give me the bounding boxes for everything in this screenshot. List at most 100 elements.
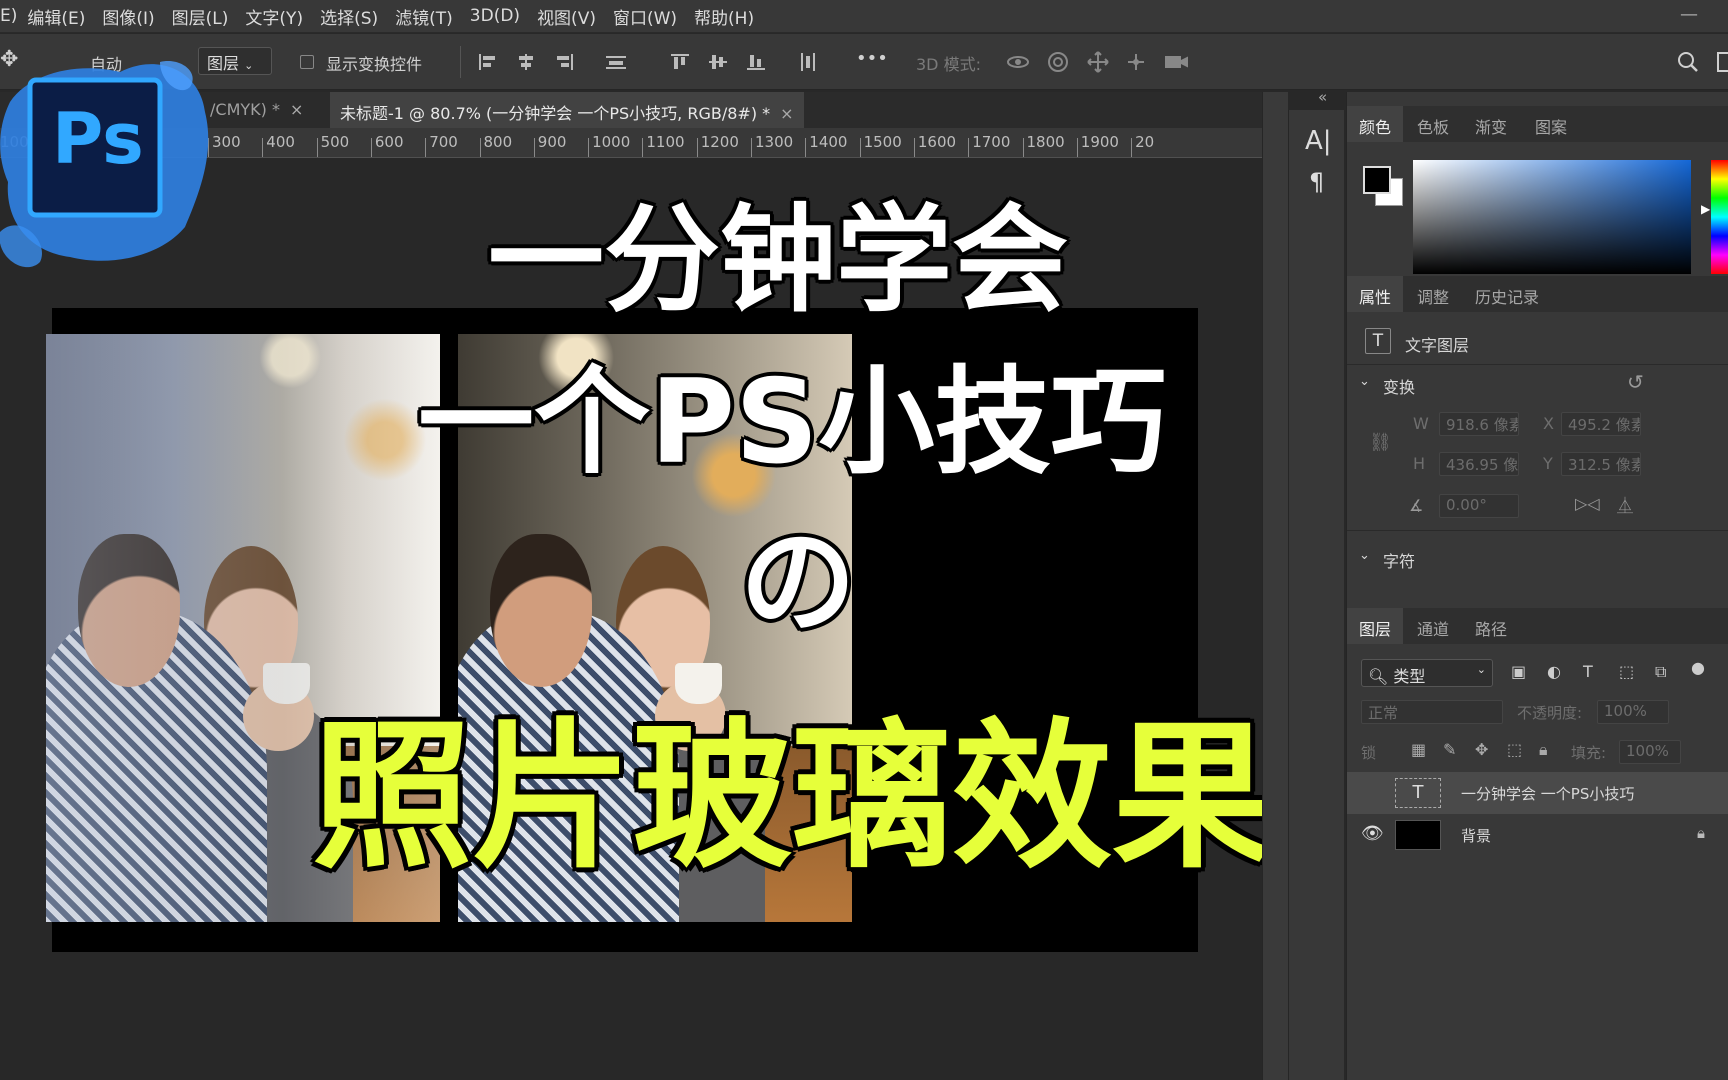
right-panel: 颜色 色板 渐变 图案 ▶ 属性 调整 历史记录 T 文字图层 ⌄ 变换 ↺ ⛓… (1346, 92, 1728, 1080)
x-field[interactable]: 495.2 像素 (1561, 412, 1641, 436)
angle-field[interactable]: 0.00° (1439, 494, 1519, 518)
photo-cup (674, 663, 722, 705)
fill-field[interactable]: 100% (1619, 740, 1681, 764)
3d-pan-icon[interactable] (1086, 51, 1110, 73)
tab-swatches[interactable]: 色板 (1405, 106, 1461, 142)
minimize-icon[interactable]: — (1680, 4, 1698, 25)
distribute-icon[interactable] (604, 51, 628, 73)
lock-image-icon[interactable]: ✎ (1443, 740, 1456, 759)
3d-camera-icon[interactable] (1164, 51, 1188, 73)
tab-channels[interactable]: 通道 (1405, 608, 1461, 644)
show-transform-checkbox[interactable] (300, 55, 314, 69)
menu-select[interactable]: 选择(S) (320, 4, 378, 29)
menu-type[interactable]: 文字(Y) (245, 4, 303, 29)
flip-horizontal-icon[interactable]: ▷◁ (1575, 494, 1600, 513)
paragraph-panel-icon[interactable]: ¶ (1309, 168, 1324, 196)
align-vcenter-icon[interactable] (706, 51, 730, 73)
chevron-down-icon[interactable]: ⌄ (1359, 374, 1370, 389)
filter-adjustment-icon[interactable]: ◐ (1547, 662, 1561, 681)
filter-smart-object-icon[interactable]: ⧉ (1655, 662, 1666, 682)
ruler-tick (1022, 138, 1024, 157)
hue-slider[interactable] (1711, 160, 1728, 274)
w-label: W (1413, 414, 1429, 433)
layer-row-background[interactable]: 👁︎ 背景 🔒︎ (1347, 814, 1728, 856)
opacity-field[interactable]: 100% (1597, 700, 1669, 724)
link-icon[interactable]: ⛓ (1369, 432, 1392, 453)
ruler-label: 1300 (755, 133, 794, 151)
divider (1347, 364, 1728, 365)
reset-transform-icon[interactable]: ↺ (1627, 370, 1644, 394)
search-icon[interactable] (1676, 51, 1700, 73)
ruler-label: 1700 (972, 133, 1011, 151)
menu-help[interactable]: 帮助(H) (694, 4, 754, 29)
distribute-vertical-icon[interactable] (796, 51, 820, 73)
tab-active-doc[interactable]: 未标题-1 @ 80.7% (一分钟学会 一个PS小技巧, RGB/8#) * × (330, 92, 804, 128)
ruler-label: 1500 (863, 133, 902, 151)
close-icon[interactable]: × (290, 100, 303, 119)
menu-3d[interactable]: 3D(D) (470, 6, 520, 26)
width-field[interactable]: 918.6 像素 (1439, 412, 1519, 436)
tab-properties[interactable]: 属性 (1347, 276, 1404, 312)
filter-pixel-icon[interactable]: ▣ (1511, 662, 1526, 681)
menu-layer[interactable]: 图层(L) (172, 4, 229, 29)
height-field[interactable]: 436.95 像 (1439, 452, 1519, 476)
align-top-icon[interactable] (668, 51, 692, 73)
lock-artboard-icon[interactable]: ⬚ (1507, 740, 1522, 759)
tab-paths[interactable]: 路径 (1463, 608, 1519, 644)
chevron-down-icon[interactable]: ⌄ (1359, 548, 1370, 563)
tab-layers[interactable]: 图层 (1347, 608, 1404, 644)
lock-position-icon[interactable]: ✥ (1475, 740, 1488, 759)
ruler-tick (425, 138, 427, 157)
photoshop-logo-text: Ps (52, 98, 144, 180)
layer-row-text[interactable]: T 一分钟学会 一个PS小技巧 (1347, 772, 1728, 814)
menu-image[interactable]: 图像(I) (102, 4, 154, 29)
3d-slide-icon[interactable] (1124, 51, 1148, 73)
properties-panel-tabs: 属性 调整 历史记录 (1347, 276, 1728, 312)
close-icon[interactable]: × (780, 104, 793, 123)
workspace-icon[interactable] (1712, 51, 1728, 73)
align-right-icon[interactable] (552, 51, 576, 73)
search-icon: 🔍︎ (1368, 667, 1389, 686)
foreground-color-swatch[interactable] (1363, 166, 1391, 194)
filter-shape-icon[interactable]: ⬚ (1619, 662, 1634, 681)
menu-window[interactable]: 窗口(W) (613, 4, 677, 29)
hue-slider-marker[interactable]: ▶ (1701, 202, 1710, 216)
ruler-tick (316, 138, 318, 157)
align-left-icon[interactable] (476, 51, 500, 73)
menu-edit[interactable]: 编辑(E) (27, 4, 85, 29)
collapse-panels-icon[interactable]: « (1318, 88, 1327, 106)
lock-all-icon[interactable]: 🔒︎ (1539, 740, 1548, 760)
text-layer-thumbnail-icon: T (1395, 778, 1441, 808)
layers-panel-tabs: 图层 通道 路径 (1347, 608, 1728, 644)
tab-adjustments[interactable]: 调整 (1405, 276, 1461, 312)
more-options-icon[interactable]: ••• (856, 48, 888, 69)
align-bottom-icon[interactable] (744, 51, 768, 73)
filter-type-icon[interactable]: T (1583, 662, 1593, 681)
tab-color[interactable]: 颜色 (1347, 106, 1404, 142)
menu-edit-partial[interactable]: E) (0, 6, 17, 26)
eye-icon[interactable]: 👁︎ (1361, 823, 1384, 844)
tab-history[interactable]: 历史记录 (1463, 276, 1551, 312)
layer-filter-dropdown[interactable]: 🔍︎ 类型 ⌄ (1361, 659, 1493, 687)
3d-orbit-icon[interactable] (1006, 51, 1030, 73)
tab-patterns[interactable]: 图案 (1523, 106, 1579, 142)
color-picker-field[interactable] (1413, 160, 1691, 274)
transform-section-title[interactable]: 变换 (1383, 374, 1415, 398)
layer-name[interactable]: 一分钟学会 一个PS小技巧 (1461, 783, 1634, 804)
flip-vertical-icon[interactable]: ⏅ (1617, 492, 1633, 516)
blend-mode-dropdown[interactable]: 正常 (1361, 700, 1503, 724)
menu-view[interactable]: 视图(V) (537, 4, 596, 29)
tab-cmyk-doc[interactable]: /CMYK) * × (200, 92, 313, 128)
character-panel-icon[interactable]: A| (1305, 126, 1332, 156)
align-hcenter-icon[interactable] (514, 51, 538, 73)
ruler-tick (588, 138, 590, 157)
menu-filter[interactable]: 滤镜(T) (395, 4, 453, 29)
y-field[interactable]: 312.5 像素 (1561, 452, 1641, 476)
character-section-title[interactable]: 字符 (1383, 548, 1415, 572)
layer-name[interactable]: 背景 (1461, 825, 1491, 846)
lock-transparent-icon[interactable]: ▦ (1411, 740, 1426, 759)
3d-roll-icon[interactable] (1046, 51, 1070, 73)
ruler-tick (751, 138, 752, 157)
filter-toggle-icon[interactable]: ● (1691, 658, 1705, 677)
tab-gradients[interactable]: 渐变 (1463, 106, 1519, 142)
